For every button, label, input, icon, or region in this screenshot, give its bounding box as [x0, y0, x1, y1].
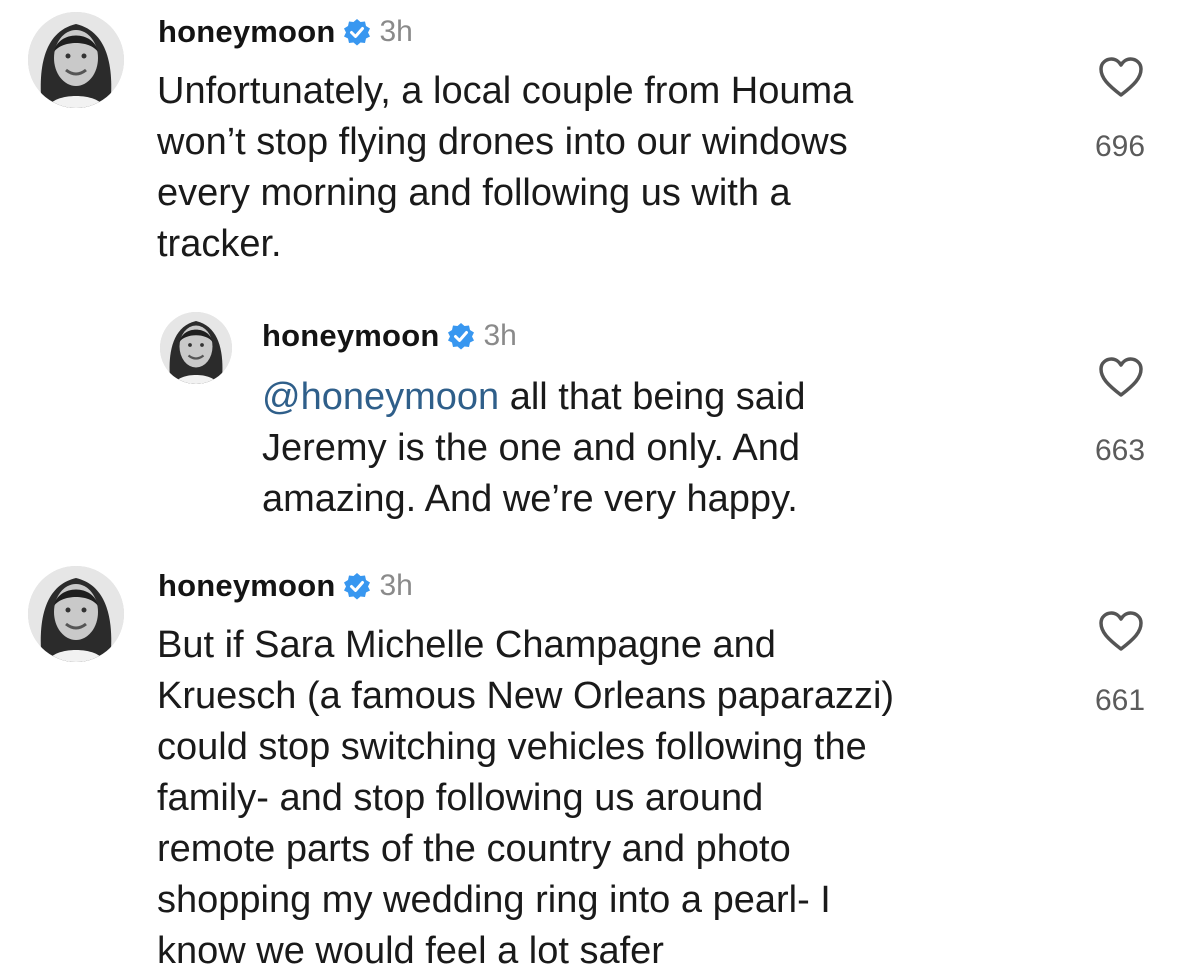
like-count: 661	[1094, 684, 1146, 717]
username[interactable]: honeymoon	[158, 568, 335, 604]
comment-line: amazing. And we’re very happy.	[262, 478, 798, 520]
timestamp: 3h	[379, 15, 413, 48]
comment-line: shopping my wedding ring into a pearl- I	[157, 879, 831, 921]
avatar[interactable]	[160, 312, 232, 384]
comment-line-rest: all that being said	[499, 376, 806, 418]
timestamp: 3h	[483, 319, 517, 352]
username[interactable]: honeymoon	[262, 318, 439, 354]
comment-line: Jeremy is the one and only. And	[262, 427, 800, 469]
mention-link[interactable]: @honeymoon	[262, 376, 499, 418]
comment-line: @honeymoon all that being said	[262, 372, 806, 423]
comment-line: won’t stop flying drones into our window…	[157, 121, 848, 163]
comment-header: honeymoon 3h	[158, 566, 413, 606]
avatar[interactable]	[28, 12, 124, 108]
heart-outline-icon[interactable]	[1098, 56, 1144, 98]
verified-badge-icon	[343, 572, 371, 600]
comment-line: every morning and following us with a	[157, 172, 791, 214]
verified-badge-icon	[343, 18, 371, 46]
comment-line: family- and stop following us around	[157, 777, 764, 819]
like-count: 663	[1094, 434, 1146, 467]
comment-line: remote parts of the country and photo	[157, 828, 791, 870]
comment-line: But if Sara Michelle Champagne and	[157, 624, 776, 666]
heart-outline-icon[interactable]	[1098, 356, 1144, 398]
avatar[interactable]	[28, 566, 124, 662]
comment-line: Kruesch (a famous New Orleans paparazzi)	[157, 675, 895, 717]
comment-line: tracker.	[157, 223, 282, 265]
username[interactable]: honeymoon	[158, 14, 335, 50]
comment-line: know we would feel a lot safer	[157, 930, 664, 972]
profile-photo	[160, 312, 232, 384]
profile-photo	[28, 566, 124, 662]
comment-text: But if Sara Michelle Champagne and Krues…	[157, 620, 894, 977]
comment-text: Unfortunately, a local couple from Houma…	[157, 66, 853, 270]
comment-text: @honeymoon all that being said Jeremy is…	[262, 372, 806, 525]
profile-photo	[28, 12, 124, 108]
timestamp: 3h	[379, 569, 413, 602]
comment-header: honeymoon 3h	[262, 316, 517, 356]
comment-line: could stop switching vehicles following …	[157, 726, 867, 768]
verified-badge-icon	[447, 322, 475, 350]
comment-line: Unfortunately, a local couple from Houma	[157, 70, 854, 112]
heart-outline-icon[interactable]	[1098, 610, 1144, 652]
comment-header: honeymoon 3h	[158, 12, 413, 52]
like-count: 696	[1094, 130, 1146, 163]
